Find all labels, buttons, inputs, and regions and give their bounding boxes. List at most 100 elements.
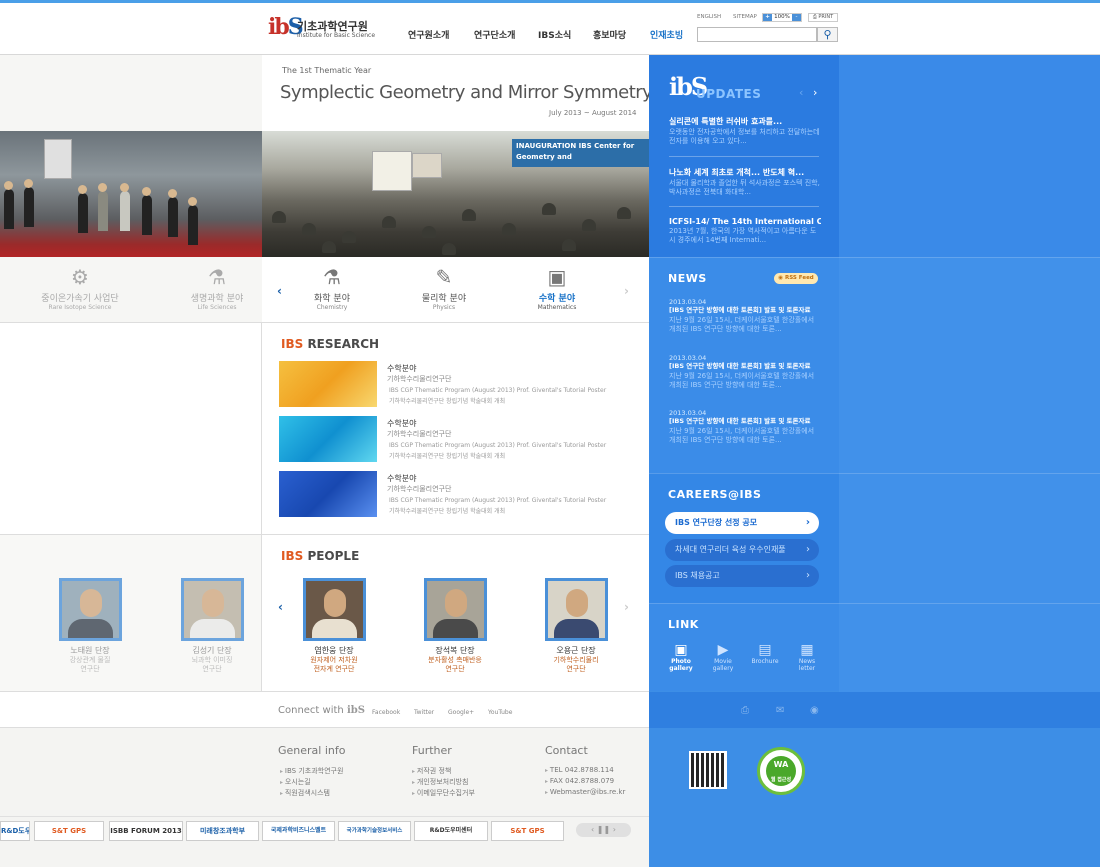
nav-news[interactable]: IBS소식 xyxy=(538,28,571,41)
footer-banner[interactable]: 국가과학기술정보서비스 xyxy=(338,821,411,841)
footer-link[interactable]: 개인정보처리방침 xyxy=(412,777,469,787)
footer-banner[interactable]: R&D도우미센터 xyxy=(414,821,488,841)
update-item[interactable]: 실리콘에 특별한 러쉬바 효과를... 오랫동안 전자공학에서 정보를 처리하고… xyxy=(669,116,821,146)
news-item[interactable]: 2013.03.04 [IBS 연구단 방향에 대한 토론회] 발표 및 토론자… xyxy=(669,409,821,445)
rss-feed-button[interactable]: ◉ RSS Feed xyxy=(774,273,818,284)
update-desc: 오랫동안 전자공학에서 정보를 처리하고 전달하는데 전자를 이용해 오고 있다… xyxy=(669,128,820,145)
field-mathematics[interactable]: ▣ 수학 분야 Mathematics xyxy=(512,265,602,311)
people-prev-arrow[interactable]: ‹ xyxy=(278,600,283,614)
nav-centers[interactable]: 연구단소개 xyxy=(474,28,515,41)
footer-banner[interactable]: 미래창조과학부 xyxy=(186,821,259,841)
search-input[interactable] xyxy=(697,27,817,42)
footer-banner[interactable]: S&T GPS xyxy=(491,821,564,841)
googleplus-link[interactable]: Google+ xyxy=(448,709,474,716)
footer-banner[interactable]: 국제과학비즈니스벨트 xyxy=(262,821,335,841)
zoom-value: 100% xyxy=(774,14,790,20)
field-physics[interactable]: ✎ 물리학 분야 Physics xyxy=(399,265,489,311)
ceremony-photo[interactable] xyxy=(0,131,262,257)
nav-careers[interactable]: 인재초빙 xyxy=(650,28,683,41)
divider xyxy=(649,473,1100,474)
person-head xyxy=(98,183,107,192)
footer-link[interactable]: 저작권 정책 xyxy=(412,766,451,776)
twitter-link[interactable]: Twitter xyxy=(414,709,434,716)
nav-about[interactable]: 연구원소개 xyxy=(408,28,449,41)
person-card[interactable]: 장석복 단장 분자활성 촉매반응 연구단 xyxy=(410,578,500,674)
people-next-arrow[interactable]: › xyxy=(624,600,629,614)
footer-banner[interactable]: S&T GPS xyxy=(34,821,104,841)
link-label: gallery xyxy=(712,665,734,672)
update-desc: 2013년 7월, 한국의 가장 역사적이고 아름다운 도시 경주에서 14번째… xyxy=(669,227,817,244)
research-link[interactable]: IBS CGP Thematic Program (August 2013) P… xyxy=(389,497,606,504)
footer-link[interactable]: IBS 기초과학연구원 xyxy=(280,766,344,776)
research-link[interactable]: IBS CGP Thematic Program (August 2013) P… xyxy=(389,387,606,394)
brochure-icon: ▤ xyxy=(758,642,772,658)
share-icon[interactable]: ◉ xyxy=(810,705,819,716)
research-item[interactable]: 수학분야 기하학수리물리연구단 IBS CGP Thematic Program… xyxy=(279,471,629,519)
footer-link[interactable]: 이메일무단수집거부 xyxy=(412,788,475,798)
audience-figure xyxy=(342,231,356,243)
update-item[interactable]: ICFSI-14/ The 14th International Co... 2… xyxy=(669,217,821,245)
footer-further-title: Further xyxy=(412,744,452,757)
field-chemistry[interactable]: ⚗ 화학 분야 Chemistry xyxy=(287,265,377,311)
zoom-out-button[interactable]: - xyxy=(792,14,801,21)
zoom-in-button[interactable]: + xyxy=(763,14,772,21)
search-button[interactable]: ⚲ xyxy=(817,27,838,42)
facebook-link[interactable]: Facebook xyxy=(372,709,400,716)
sitemap-link[interactable]: SITEMAP xyxy=(733,14,757,20)
research-link[interactable]: 기하학수리물리연구단 창립기념 학술대회 개최 xyxy=(389,506,505,515)
youtube-link[interactable]: YouTube xyxy=(488,709,512,716)
banner-pager[interactable]: ‹ ❚❚ › xyxy=(576,823,631,837)
person-card[interactable]: 오용근 단장 기하학수리물리 연구단 xyxy=(531,578,621,674)
updates-next-arrow[interactable]: › xyxy=(813,86,817,99)
research-item[interactable]: 수학분야 기하학수리물리연구단 IBS CGP Thematic Program… xyxy=(279,361,629,409)
career-link-recruitment[interactable]: IBS 채용공고 › xyxy=(665,565,819,587)
field-rare-isotope[interactable]: ⚙ 중이온가속기 사업단 Rare Isotope Science xyxy=(35,265,125,311)
link-photo-gallery[interactable]: ▣ Photo gallery xyxy=(666,642,696,672)
print-icon[interactable]: ⎙ xyxy=(741,705,749,716)
email-icon[interactable]: ✉ xyxy=(776,705,784,716)
nav-pr[interactable]: 홍보마당 xyxy=(593,28,626,41)
link-movie-gallery[interactable]: ▶ Movie gallery xyxy=(708,642,738,672)
update-item[interactable]: 나노화 세계 최초로 개척... 반도체 혁... 서울대 물리학과 졸업한 뒤… xyxy=(669,167,821,197)
research-link[interactable]: 기하학수리물리연구단 창립기념 학술대회 개최 xyxy=(389,396,505,405)
lecture-photo[interactable]: INAUGURATION IBS Center for Geometry and xyxy=(262,131,649,257)
print-button[interactable]: ⎙ PRINT xyxy=(808,13,838,22)
research-link[interactable]: 기하학수리물리연구단 창립기념 학술대회 개최 xyxy=(389,451,505,460)
footer-contact-title: Contact xyxy=(545,744,588,757)
field-sublabel: Chemistry xyxy=(316,304,348,311)
fields-next-arrow[interactable]: › xyxy=(624,284,629,298)
footer-email[interactable]: Webmaster@ibs.re.kr xyxy=(545,788,625,796)
research-link[interactable]: IBS CGP Thematic Program (August 2013) P… xyxy=(389,442,606,449)
field-label: 물리학 분야 xyxy=(421,294,467,304)
physics-icon: ✎ xyxy=(435,265,453,289)
field-label: 중이온가속기 사업단 xyxy=(41,294,119,304)
research-item[interactable]: 수학분야 기하학수리물리연구단 IBS CGP Thematic Program… xyxy=(279,416,629,464)
plaque xyxy=(44,139,72,179)
footer-banner[interactable]: R&D도우미센터 xyxy=(0,821,30,841)
person-card[interactable]: 노태원 단장 강상관계 물질 연구단 xyxy=(45,578,135,674)
footer-link[interactable]: 직원검색시스템 xyxy=(280,788,330,798)
link-newsletter[interactable]: ▦ News letter xyxy=(792,642,822,672)
ibs-logo[interactable]: ibS 기초과학연구원 Institute for Basic Science xyxy=(268,16,378,42)
english-link[interactable]: ENGLISH xyxy=(697,14,721,20)
thematic-title[interactable]: Symplectic Geometry and Mirror Symmetry. xyxy=(280,82,656,103)
career-link-director[interactable]: IBS 연구단장 선정 공모 › xyxy=(665,512,819,534)
fields-prev-arrow[interactable]: ‹ xyxy=(277,284,282,298)
person-name: 염한웅 단장 xyxy=(314,646,354,655)
rss-icon: ◉ xyxy=(778,275,784,281)
accelerator-icon: ⚙ xyxy=(71,265,89,289)
career-link-talent-pool[interactable]: 차세대 연구리더 육성 우수인재풀 › xyxy=(665,539,819,561)
link-label: Brochure xyxy=(751,658,779,665)
person-card[interactable]: 염한웅 단장 원자제어 저차원 전자계 연구단 xyxy=(289,578,379,674)
footer-link[interactable]: 오시는길 xyxy=(280,777,311,787)
field-life-sciences[interactable]: ⚗ 생명과학 분야 Life Sciences xyxy=(172,265,262,311)
audience-figure xyxy=(462,209,476,221)
updates-prev-arrow[interactable]: ‹ xyxy=(799,86,803,99)
updates-extension xyxy=(839,55,1100,257)
link-brochure[interactable]: ▤ Brochure xyxy=(750,642,780,665)
person-head xyxy=(24,179,33,188)
footer-banner[interactable]: ISBB FORUM 2013 xyxy=(109,821,183,841)
news-item[interactable]: 2013.03.04 [IBS 연구단 방향에 대한 토론회] 발표 및 토론자… xyxy=(669,298,821,334)
news-item[interactable]: 2013.03.04 [IBS 연구단 방향에 대한 토론회] 발표 및 토론자… xyxy=(669,354,821,390)
person-card[interactable]: 김성기 단장 뇌과학 이미징 연구단 xyxy=(167,578,257,674)
